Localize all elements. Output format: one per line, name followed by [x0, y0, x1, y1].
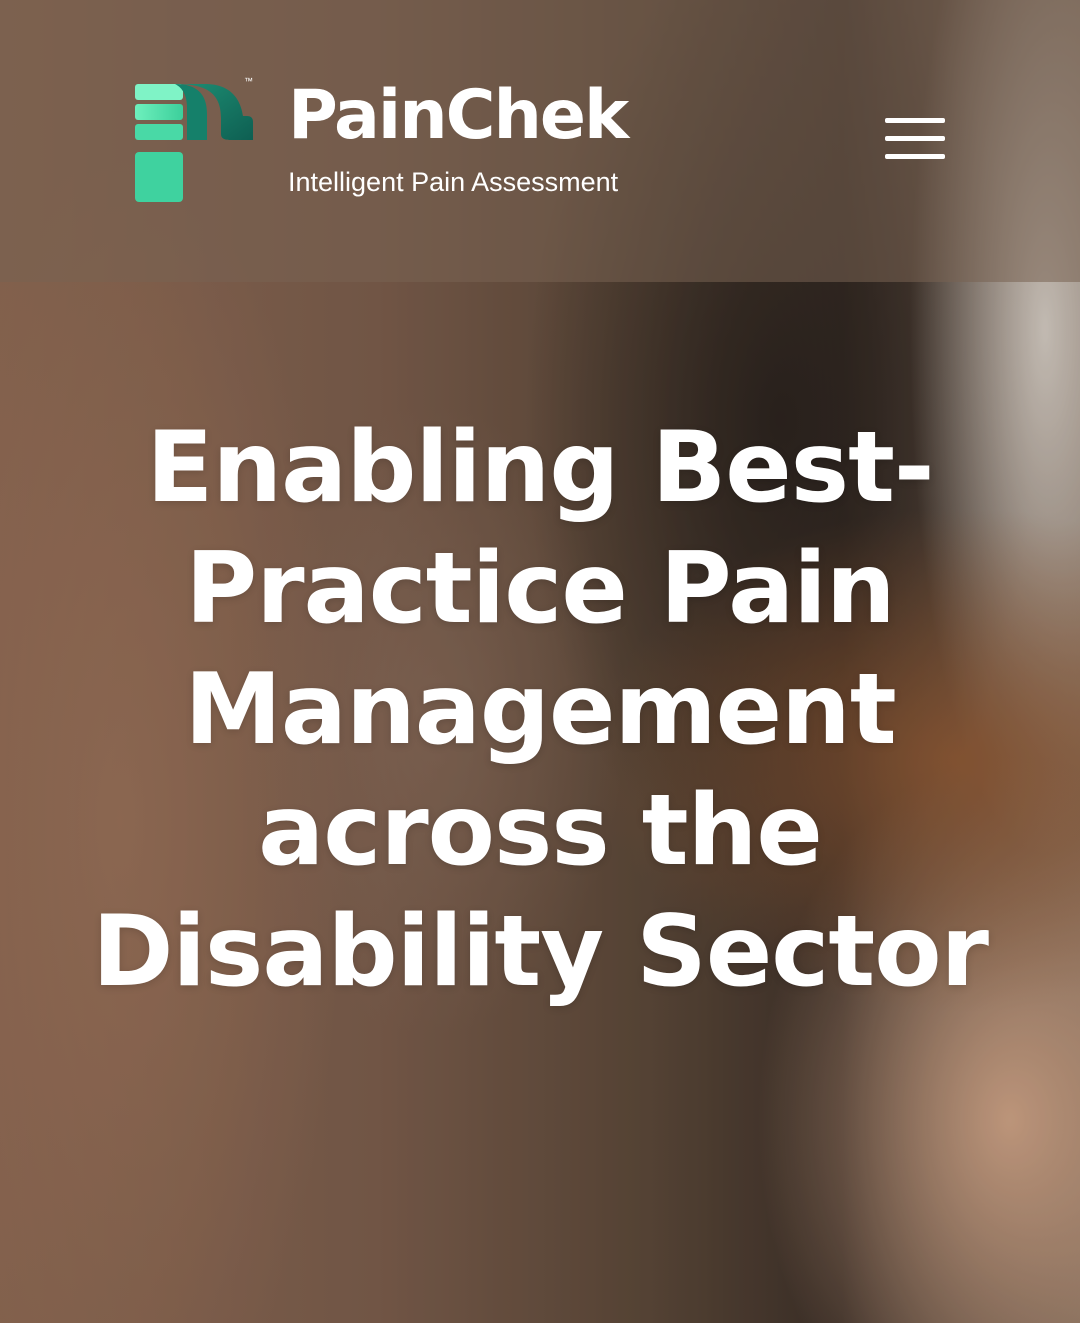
menu-line-top	[885, 118, 945, 123]
hamburger-menu-icon[interactable]	[880, 112, 950, 168]
brand-name: PainChek	[288, 76, 629, 155]
brand-logo-link[interactable]: ™ PainChek Intelligent Pain Assessment	[135, 74, 695, 204]
trademark-symbol: ™	[244, 76, 253, 86]
menu-line-bottom	[885, 154, 945, 159]
menu-line-middle	[885, 136, 945, 141]
site-header: ™ PainChek Intelligent Pain Assessment	[0, 0, 1080, 282]
hero-headline: Enabling Best-Practice Pain Management a…	[92, 411, 989, 1009]
painchek-logo-icon	[135, 84, 253, 202]
brand-tagline: Intelligent Pain Assessment	[288, 167, 619, 197]
